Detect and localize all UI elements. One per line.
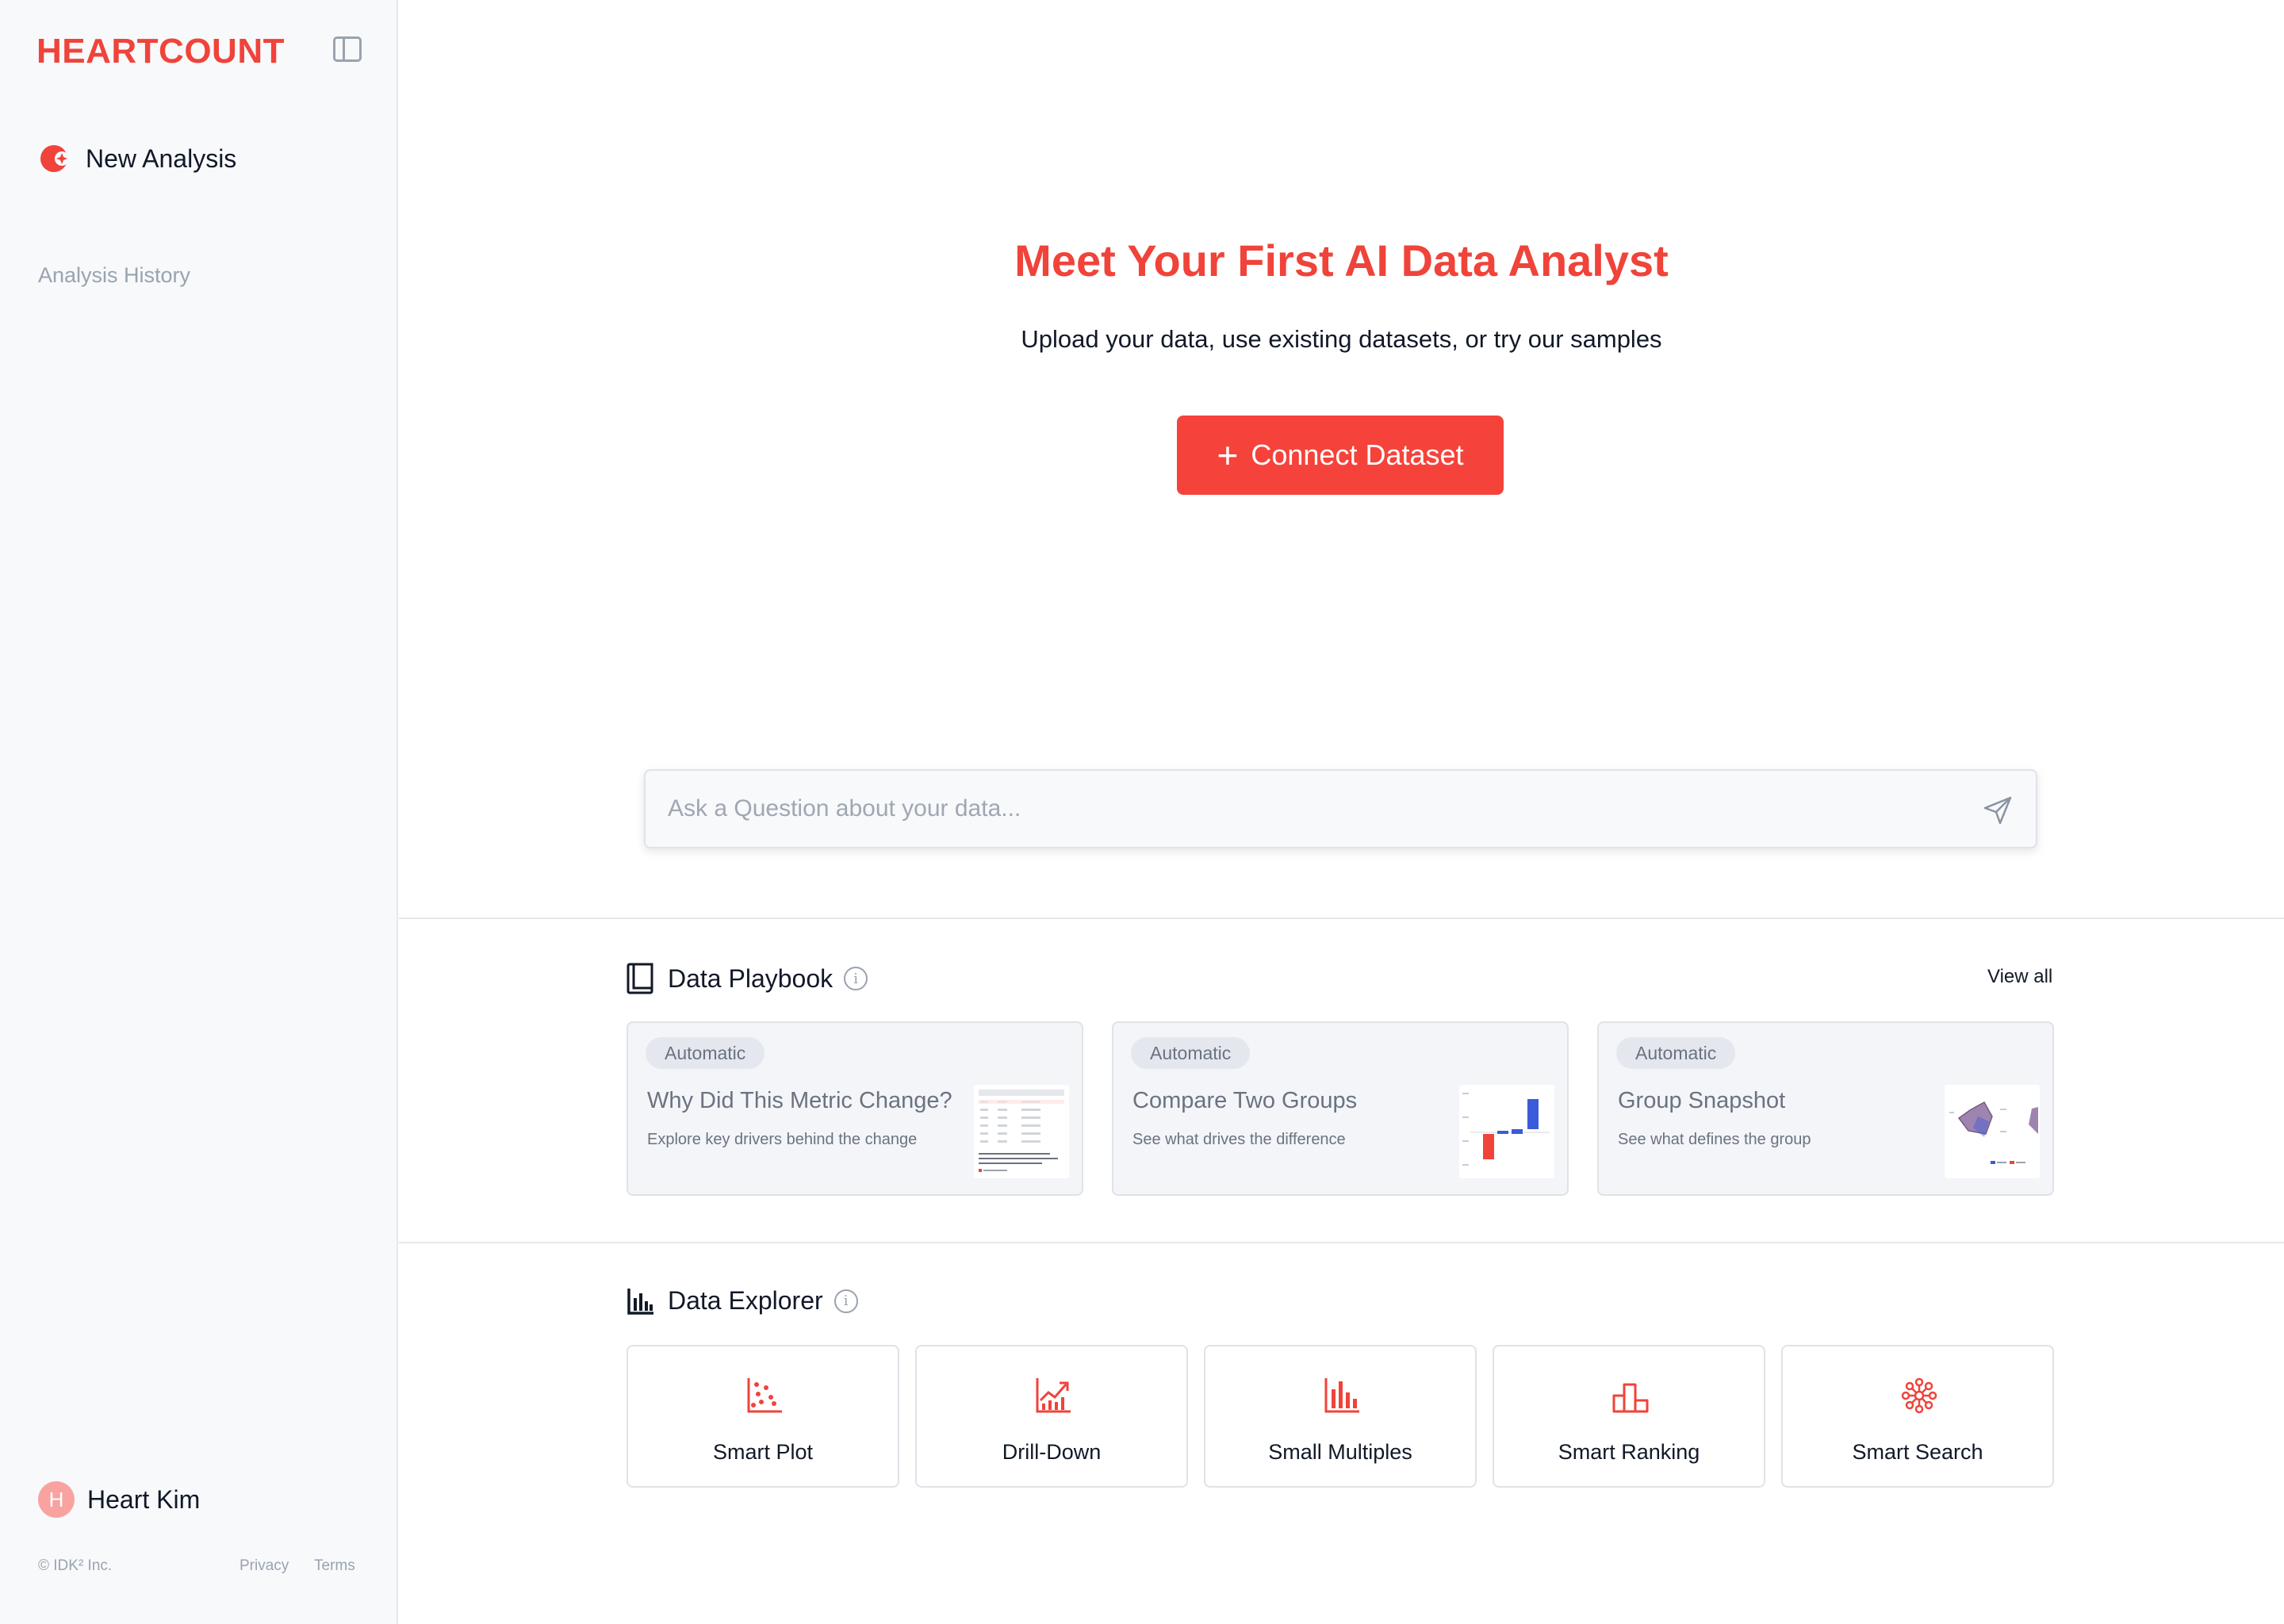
connect-dataset-button[interactable]: + Connect Dataset: [1177, 416, 1504, 495]
playbook-card-title: Compare Two Groups: [1132, 1088, 1358, 1113]
playbook-card-description: See what defines the group: [1618, 1131, 1811, 1148]
sidebar: HEARTCOUNT New Analysis Analysis History…: [0, 0, 398, 1624]
podium-icon: [1612, 1383, 1649, 1413]
explorer-card-smart-search[interactable]: Smart Search: [1781, 1345, 2054, 1488]
trend-chart-icon: [1036, 1378, 1071, 1413]
send-icon[interactable]: [1982, 795, 2014, 826]
info-icon[interactable]: i: [844, 967, 868, 990]
explorer-card-label: Smart Ranking: [1558, 1440, 1700, 1464]
copyright-text: © IDK² Inc.: [38, 1557, 113, 1574]
ask-question-input[interactable]: [668, 771, 1937, 847]
playbook-card-title: Why Did This Metric Change?: [647, 1088, 952, 1113]
terms-link[interactable]: Terms: [314, 1557, 355, 1575]
section-divider: [399, 917, 2284, 919]
explorer-card-small-multiples[interactable]: Small Multiples: [1204, 1345, 1477, 1488]
explorer-card-label: Smart Search: [1852, 1440, 1983, 1464]
playbook-card-metric-change[interactable]: Automatic Why Did This Metric Change? Ex…: [627, 1021, 1083, 1196]
hero-subtitle: Upload your data, use existing datasets,…: [1021, 325, 1662, 353]
bar-chart-icon: [1324, 1378, 1359, 1413]
scatter-plot-icon: [747, 1378, 782, 1413]
automatic-badge: Automatic: [1616, 1037, 1736, 1069]
connect-dataset-label: Connect Dataset: [1251, 439, 1464, 471]
avatar: H: [38, 1481, 75, 1518]
data-playbook-header: Data Playbook i: [627, 963, 868, 994]
explorer-card-label: Small Multiples: [1268, 1440, 1412, 1464]
playbook-card-description: Explore key drivers behind the change: [647, 1131, 918, 1148]
view-all-link[interactable]: View all: [1987, 966, 2052, 988]
plus-icon: +: [1217, 435, 1239, 476]
playbook-card-compare-groups[interactable]: Automatic Compare Two Groups See what dr…: [1112, 1021, 1569, 1196]
automatic-badge: Automatic: [646, 1037, 765, 1069]
network-icon: [1901, 1377, 1937, 1414]
bar-thumbnail-icon: [1459, 1085, 1554, 1178]
automatic-badge: Automatic: [1131, 1037, 1251, 1069]
playbook-book-icon: [627, 963, 653, 994]
app-logo[interactable]: HEARTCOUNT: [36, 32, 285, 71]
data-explorer-title: Data Explorer: [668, 1286, 823, 1315]
sidebar-toggle-icon[interactable]: [333, 36, 362, 62]
data-explorer-header: Data Explorer i: [627, 1286, 858, 1316]
privacy-link[interactable]: Privacy: [240, 1557, 289, 1575]
info-icon[interactable]: i: [834, 1289, 858, 1313]
table-thumbnail-icon: [974, 1085, 1069, 1178]
playbook-card-group-snapshot[interactable]: Automatic Group Snapshot See what define…: [1597, 1021, 2054, 1196]
new-analysis-button[interactable]: New Analysis: [40, 143, 236, 174]
explorer-card-label: Drill-Down: [1002, 1440, 1102, 1464]
explorer-card-label: Smart Plot: [712, 1440, 814, 1464]
explorer-chart-icon: [627, 1288, 653, 1315]
hero-title: Meet Your First AI Data Analyst: [1014, 236, 1669, 285]
playbook-card-description: See what drives the difference: [1132, 1131, 1346, 1148]
new-analysis-icon: [40, 145, 69, 172]
ask-question-box: [644, 769, 2037, 848]
radar-thumbnail-icon: [1945, 1085, 2040, 1178]
analysis-history-heading: Analysis History: [38, 263, 191, 287]
explorer-card-drill-down[interactable]: Drill-Down: [915, 1345, 1188, 1488]
explorer-card-smart-ranking[interactable]: Smart Ranking: [1493, 1345, 1765, 1488]
user-profile[interactable]: H Heart Kim: [38, 1481, 200, 1518]
new-analysis-label: New Analysis: [86, 144, 237, 173]
section-divider: [399, 1242, 2284, 1243]
explorer-card-smart-plot[interactable]: Smart Plot: [627, 1345, 899, 1488]
data-playbook-title: Data Playbook: [668, 963, 834, 993]
playbook-card-title: Group Snapshot: [1618, 1088, 1786, 1113]
user-name: Heart Kim: [87, 1484, 201, 1514]
